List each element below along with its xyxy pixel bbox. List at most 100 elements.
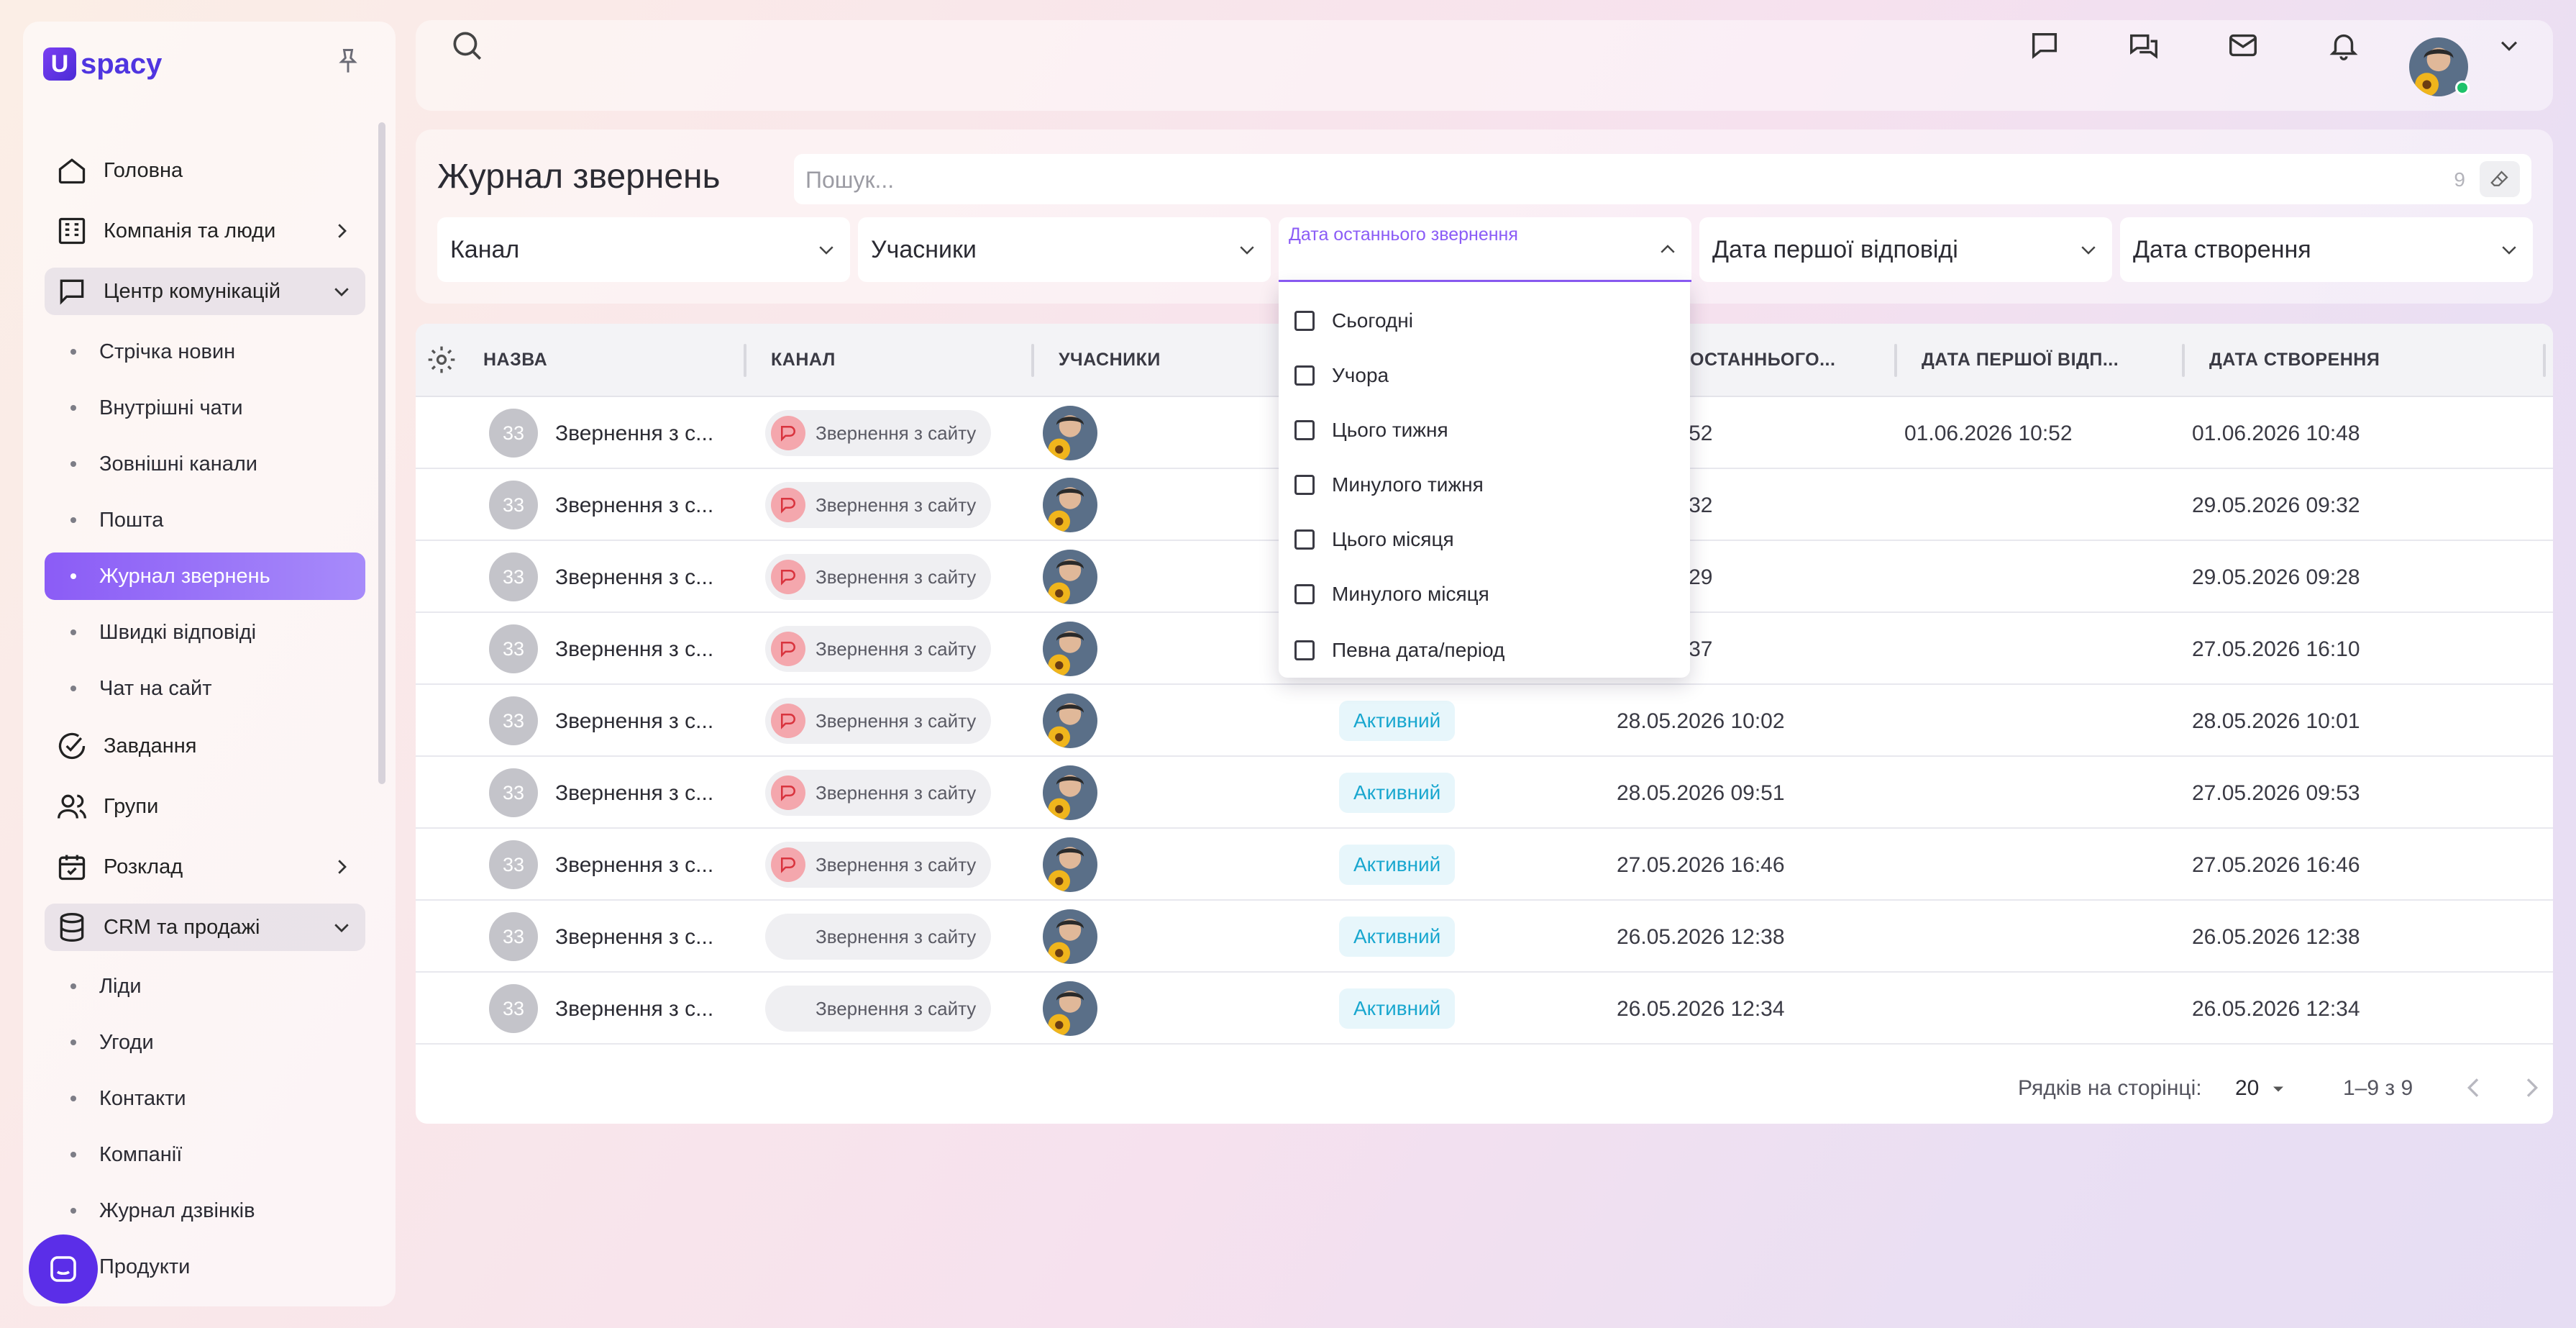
search-input[interactable]: Пошук... 9 <box>794 154 2531 204</box>
table-row[interactable]: 33 Звернення з с... Звернення з сайту Актив… <box>416 757 2553 829</box>
participant-avatar[interactable] <box>1043 765 1097 820</box>
sidebar-subitem-call-log[interactable]: Журнал дзвінків <box>45 1187 365 1234</box>
request-name[interactable]: Звернення з с... <box>555 853 713 878</box>
chevron-right-icon[interactable] <box>2517 1073 2546 1102</box>
last-request-date: 26.05.2026 12:34 <box>1617 997 1785 1021</box>
filter-label: Дата першої відповіді <box>1712 235 1958 263</box>
participant-avatar[interactable] <box>1043 981 1097 1036</box>
table-row[interactable]: 33 Звернення з с... Звернення з сайту Актив… <box>416 901 2553 973</box>
sidebar-subitem-quick-replies[interactable]: Швидкі відповіді <box>45 609 365 656</box>
caret-down-icon[interactable] <box>2268 1079 2288 1099</box>
dropdown-option[interactable]: Цього місяця <box>1294 525 1454 554</box>
request-name[interactable]: Звернення з с... <box>555 422 713 446</box>
filter-last-request-date[interactable]: Дата останнього звернення <box>1279 217 1691 282</box>
settings-icon[interactable] <box>426 344 457 379</box>
participant-avatar[interactable] <box>1043 909 1097 964</box>
sidebar-subitem-site-chat[interactable]: Чат на сайт <box>45 665 365 712</box>
request-name[interactable]: Звернення з с... <box>555 781 713 806</box>
sidebar-subitem-label: Швидкі відповіді <box>99 620 257 644</box>
checkbox[interactable] <box>1294 420 1315 440</box>
column-resizer[interactable] <box>744 344 746 377</box>
participant-avatar[interactable] <box>1043 622 1097 676</box>
sidebar-item-tasks[interactable]: Завдання <box>45 722 365 770</box>
column-header-name[interactable]: НАЗВА <box>483 350 547 370</box>
dropdown-option[interactable]: Сьогодні <box>1294 306 1413 335</box>
request-name[interactable]: Звернення з с... <box>555 709 713 734</box>
participant-avatar[interactable] <box>1043 478 1097 532</box>
dropdown-option[interactable]: Учора <box>1294 361 1389 390</box>
dropdown-option[interactable]: Цього тижня <box>1294 416 1448 445</box>
dropdown-option[interactable]: Минулого тижня <box>1294 470 1484 499</box>
filter-first-reply-date[interactable]: Дата першої відповіді <box>1699 217 2112 282</box>
sidebar-subitem-external-channels[interactable]: Зовнішні канали <box>45 440 365 488</box>
sidebar-item-home[interactable]: Головна <box>45 147 365 194</box>
status-badge: Активний <box>1339 773 1456 813</box>
participant-avatar[interactable] <box>1043 406 1097 460</box>
sidebar: U spacy Головна Компанія та люди Центр к… <box>23 22 396 1306</box>
mail-icon[interactable] <box>2224 26 2262 65</box>
pin-icon[interactable] <box>332 46 364 78</box>
column-header-created[interactable]: ДАТА СТВОРЕННЯ <box>2209 350 2380 370</box>
chevron-left-icon[interactable] <box>2459 1073 2488 1102</box>
request-name[interactable]: Звернення з с... <box>555 565 713 590</box>
logo[interactable]: U spacy <box>43 47 162 81</box>
sidebar-subitem-mail[interactable]: Пошта <box>45 496 365 544</box>
table-row[interactable]: 33 Звернення з с... Звернення з сайту Актив… <box>416 685 2553 757</box>
sidebar-scrollbar[interactable] <box>378 122 385 784</box>
checkbox[interactable] <box>1294 640 1315 660</box>
column-header-first-reply[interactable]: ДАТА ПЕРШОЇ ВІДП... <box>1922 350 2119 370</box>
message-icon[interactable] <box>2025 26 2064 65</box>
participant-avatar[interactable] <box>1043 693 1097 748</box>
sidebar-subitem-internal-chats[interactable]: Внутрішні чати <box>45 384 365 432</box>
checkbox[interactable] <box>1294 365 1315 386</box>
request-number-badge: 33 <box>489 696 538 745</box>
column-header-channel[interactable]: КАНАЛ <box>771 350 836 370</box>
dropdown-option[interactable]: Минулого місяця <box>1294 580 1489 609</box>
chevron-down-icon <box>816 239 837 260</box>
checkbox[interactable] <box>1294 529 1315 550</box>
sidebar-subitem-leads[interactable]: Ліди <box>45 963 365 1010</box>
participant-avatar[interactable] <box>1043 550 1097 604</box>
sidebar-subitem-companies[interactable]: Компанії <box>45 1131 365 1178</box>
search-icon[interactable] <box>447 26 486 65</box>
checkbox[interactable] <box>1294 475 1315 495</box>
support-chat-button[interactable] <box>29 1234 98 1304</box>
filter-participants[interactable]: Учасники <box>858 217 1271 282</box>
request-name[interactable]: Звернення з с... <box>555 997 713 1022</box>
table-row[interactable]: 33 Звернення з с... Звернення з сайту Актив… <box>416 829 2553 901</box>
sidebar-subitem-news[interactable]: Стрічка новин <box>45 328 365 376</box>
column-resizer[interactable] <box>1031 344 1034 377</box>
sidebar-subitem-deals[interactable]: Угоди <box>45 1019 365 1066</box>
building-icon <box>55 214 89 248</box>
request-name[interactable]: Звернення з с... <box>555 925 713 950</box>
participant-avatar[interactable] <box>1043 837 1097 892</box>
column-resizer[interactable] <box>2543 344 2546 377</box>
sidebar-item-crm[interactable]: CRM та продажі <box>45 904 365 951</box>
column-header-participants[interactable]: УЧАСНИКИ <box>1059 350 1161 370</box>
sidebar-subitem-contacts[interactable]: Контакти <box>45 1075 365 1122</box>
filter-created-date[interactable]: Дата створення <box>2120 217 2533 282</box>
sidebar-item-company[interactable]: Компанія та люди <box>45 207 365 255</box>
column-resizer[interactable] <box>1894 344 1897 377</box>
table-row[interactable]: 33 Звернення з с... Звернення з сайту Актив… <box>416 973 2553 1045</box>
sidebar-item-groups[interactable]: Групи <box>45 783 365 830</box>
chats-icon[interactable] <box>2124 26 2163 65</box>
request-name[interactable]: Звернення з с... <box>555 637 713 662</box>
sidebar-subitem-label: Ліди <box>99 974 142 998</box>
dropdown-option[interactable]: Певна дата/період <box>1294 636 1504 665</box>
channel-chip: Звернення з сайту <box>765 554 991 600</box>
filter-channel[interactable]: Канал <box>437 217 850 282</box>
checkbox[interactable] <box>1294 584 1315 604</box>
eraser-icon[interactable] <box>2480 161 2520 197</box>
column-header-last-request[interactable]: ОСТАННЬОГО... <box>1690 350 1835 370</box>
bell-icon[interactable] <box>2324 26 2363 65</box>
chevron-down-icon[interactable] <box>2490 26 2529 65</box>
created-date: 26.05.2026 12:38 <box>2192 925 2360 949</box>
column-resizer[interactable] <box>2182 344 2185 377</box>
request-name[interactable]: Звернення з с... <box>555 494 713 518</box>
sidebar-item-schedule[interactable]: Розклад <box>45 843 365 891</box>
sidebar-subitem-request-log[interactable]: Журнал звернень <box>45 552 365 600</box>
checkbox[interactable] <box>1294 311 1315 331</box>
rows-per-page-select[interactable]: 20 <box>2235 1076 2259 1101</box>
sidebar-item-communications[interactable]: Центр комунікацій <box>45 268 365 315</box>
